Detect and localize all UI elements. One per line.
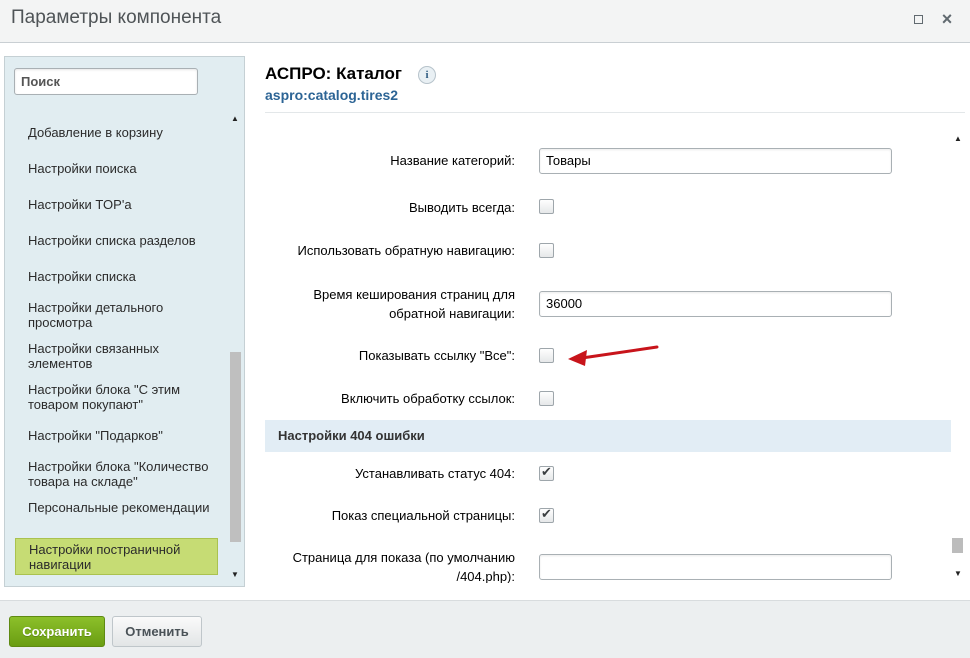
section-404-header: Настройки 404 ошибки — [265, 420, 951, 452]
sidebar-item-list[interactable]: Настройки списка — [15, 269, 218, 289]
show-all-link-checkbox[interactable] — [539, 348, 554, 363]
sidebar-item-search[interactable]: Настройки поиска — [15, 161, 218, 181]
show-special-page-label: Показ специальной страницы: — [331, 508, 515, 523]
set-status-404-checkbox[interactable]: ✔ — [539, 464, 554, 481]
sidebar-item-top[interactable]: Настройки TOP'а — [15, 197, 218, 217]
component-title: АСПРО: Каталог — [265, 64, 402, 83]
dialog-titlebar: Параметры компонента × — [0, 0, 970, 43]
sidebar-item-bought-together[interactable]: Настройки блока "С этим товаром покупают… — [15, 382, 218, 412]
dialog-footer: Сохранить Отменить — [0, 600, 970, 658]
cache-time-input[interactable]: 36000 — [539, 291, 892, 317]
sidebar-item-related[interactable]: Настройки связанных элементов — [15, 341, 218, 371]
sidebar-item-recommendations[interactable]: Персональные рекомендации — [15, 500, 218, 515]
link-processing-label: Включить обработку ссылок: — [341, 391, 515, 406]
sidebar-item-detail[interactable]: Настройки детального просмотра — [15, 300, 218, 330]
scroll-down-icon[interactable]: ▼ — [231, 570, 239, 579]
show-all-link-label: Показывать ссылку "Все": — [358, 348, 515, 363]
cancel-button[interactable]: Отменить — [112, 616, 202, 647]
sections-sidebar: Добавление в корзину Настройки поиска На… — [4, 56, 245, 587]
show-special-page-checkbox[interactable]: ✔ — [539, 506, 554, 523]
page-to-show-input[interactable] — [539, 554, 892, 580]
sidebar-item-stock[interactable]: Настройки блока "Количество товара на ск… — [15, 459, 218, 489]
sidebar-item-pagination[interactable]: Настройки постраничной навигации — [15, 538, 218, 575]
show-always-label: Выводить всегда: — [409, 200, 515, 215]
show-always-checkbox[interactable] — [539, 199, 554, 214]
maximize-button[interactable] — [910, 10, 928, 28]
section-404-title: Настройки 404 ошибки — [278, 428, 425, 443]
annotation-arrow-icon — [568, 345, 659, 366]
link-processing-checkbox[interactable] — [539, 391, 554, 406]
sidebar-item-gifts[interactable]: Настройки "Подарков" — [15, 428, 218, 448]
component-code: aspro:catalog.tires2 — [265, 87, 399, 103]
search-input[interactable] — [14, 68, 198, 95]
checkmark-icon: ✔ — [541, 506, 552, 521]
info-icon[interactable]: i — [418, 66, 436, 84]
sidebar-item-sections-list[interactable]: Настройки списка разделов — [15, 233, 218, 253]
header-divider — [265, 112, 965, 113]
page-to-show-label: Страница для показа (по умолчанию /404.p… — [292, 550, 515, 583]
category-name-label: Название категорий: — [390, 153, 515, 168]
set-status-404-label: Устанавливать статус 404: — [355, 466, 515, 481]
cache-time-label: Время кеширования страниц для обратной н… — [313, 287, 515, 321]
maximize-icon — [914, 15, 923, 24]
sidebar-item-add-to-cart[interactable]: Добавление в корзину — [15, 125, 218, 145]
sidebar-scrollbar[interactable]: ▲ ▼ — [229, 112, 242, 580]
reverse-nav-checkbox[interactable] — [539, 243, 554, 258]
checkmark-icon: ✔ — [541, 464, 552, 479]
scroll-up-icon[interactable]: ▲ — [231, 114, 239, 123]
sidebar-scroll-thumb[interactable] — [230, 352, 241, 542]
close-button[interactable]: × — [938, 10, 956, 28]
close-icon: × — [941, 9, 953, 29]
reverse-nav-label: Использовать обратную навигацию: — [297, 243, 515, 258]
scroll-down-icon[interactable]: ▼ — [954, 569, 962, 578]
category-name-input[interactable]: Товары — [539, 148, 892, 174]
form-scroll-thumb[interactable] — [952, 538, 963, 553]
dialog-title: Параметры компонента — [11, 7, 222, 28]
save-button[interactable]: Сохранить — [9, 616, 105, 647]
scroll-up-icon[interactable]: ▲ — [954, 134, 962, 143]
form-scrollbar[interactable]: ▲ ▼ — [950, 128, 966, 583]
